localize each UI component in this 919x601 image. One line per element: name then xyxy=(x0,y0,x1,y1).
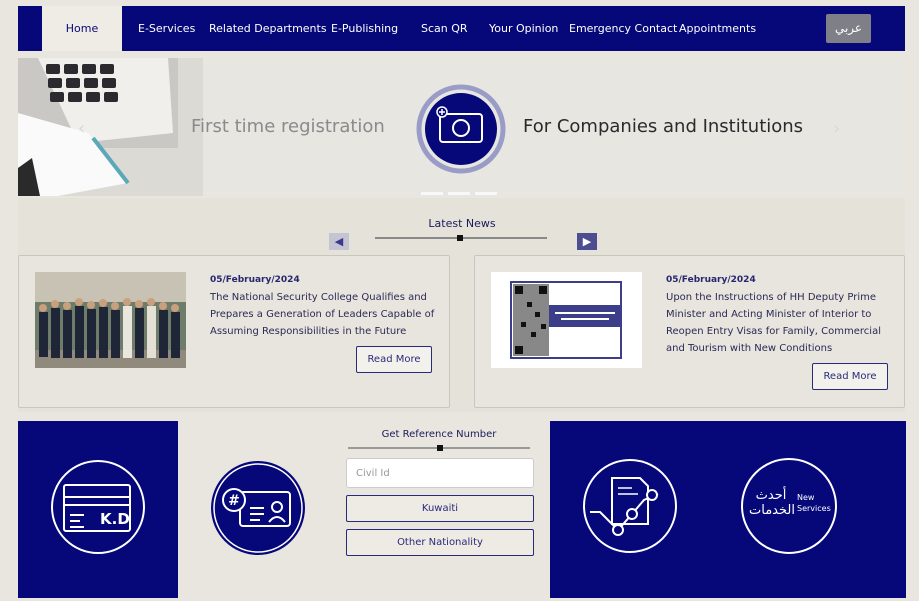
kd-label: K.D xyxy=(100,510,130,528)
payment-service-panel[interactable]: K.D xyxy=(18,421,178,598)
nav-scan-qr[interactable]: Scan QR xyxy=(421,6,468,51)
new-services-english-1: New xyxy=(797,493,815,502)
reference-title: Get Reference Number xyxy=(381,429,497,440)
news-headline[interactable]: The National Security College Qualifies … xyxy=(210,289,435,340)
news-headline[interactable]: Upon the Instructions of HH Deputy Prime… xyxy=(666,289,891,357)
services-panel: أحدث الخدمات New Services xyxy=(550,421,906,598)
banner-dot-3[interactable] xyxy=(475,192,497,195)
news-date: 05/February/2024 xyxy=(666,275,756,285)
nav-e-publishing[interactable]: E-Publishing xyxy=(331,6,398,51)
new-services-button[interactable]: أحدث الخدمات New Services xyxy=(741,458,837,554)
banner-prev-arrow[interactable]: ‹ xyxy=(78,118,85,139)
other-nationality-button[interactable]: Other Nationality xyxy=(346,529,534,556)
news-qr-image xyxy=(491,272,642,368)
new-services-arabic: أحدث الخدمات xyxy=(749,488,795,518)
document-tracking-icon[interactable] xyxy=(582,458,678,554)
news-card: 05/February/2024 Upon the Instructions o… xyxy=(474,255,905,408)
reference-divider-dot xyxy=(437,445,443,451)
hero-banner[interactable]: ‹ First time registration For Companies … xyxy=(18,58,905,196)
kuwaiti-button[interactable]: Kuwaiti xyxy=(346,495,534,522)
news-date: 05/February/2024 xyxy=(210,275,300,285)
nav-emergency-contact[interactable]: Emergency Contact xyxy=(569,6,677,51)
news-next-button[interactable]: ▶ xyxy=(577,233,597,250)
laptop-notebook-image xyxy=(18,58,203,196)
nav-e-services[interactable]: E-Services xyxy=(138,6,195,51)
banner-next-arrow[interactable]: › xyxy=(833,118,840,139)
latest-news-section: Latest News ◀ ▶ 05/February/2024 The Nat… xyxy=(18,198,905,412)
latest-news-title: Latest News xyxy=(428,217,496,230)
news-prev-button[interactable]: ◀ xyxy=(329,233,349,250)
language-toggle-button[interactable]: عربي xyxy=(826,14,871,43)
banner-dot-1[interactable] xyxy=(421,192,443,195)
news-divider-dot xyxy=(457,235,463,241)
read-more-button[interactable]: Read More xyxy=(812,363,888,390)
reference-id-card-icon[interactable]: # xyxy=(210,460,306,556)
read-more-button[interactable]: Read More xyxy=(356,346,432,373)
nav-related-departments[interactable]: Related Departments xyxy=(209,6,327,51)
civil-id-input[interactable] xyxy=(346,458,534,488)
news-photo-group xyxy=(35,272,186,368)
banner-dot-2[interactable] xyxy=(448,192,470,195)
banner-left-text: First time registration xyxy=(191,116,385,137)
banner-pagination xyxy=(421,180,502,196)
news-card: 05/February/2024 The National Security C… xyxy=(18,255,450,408)
svg-text:#: # xyxy=(228,493,240,509)
registration-camera-icon xyxy=(416,84,506,174)
kd-payment-icon xyxy=(51,460,145,554)
nav-your-opinion[interactable]: Your Opinion xyxy=(489,6,558,51)
nav-appointments[interactable]: Appointments xyxy=(679,6,756,51)
banner-right-text: For Companies and Institutions xyxy=(523,116,804,137)
top-navigation: Home E-Services Related Departments E-Pu… xyxy=(18,6,905,51)
nav-home[interactable]: Home xyxy=(42,6,122,51)
new-services-english-2: Services xyxy=(797,504,831,513)
